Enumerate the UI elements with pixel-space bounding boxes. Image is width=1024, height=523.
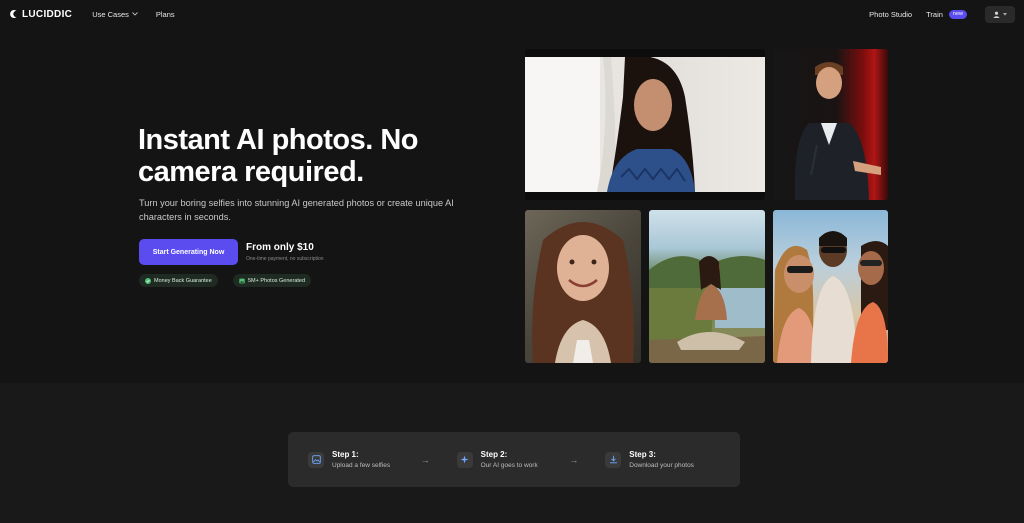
upload-image-icon [311,455,321,464]
caret-down-icon [1003,12,1007,16]
nav-right: Photo Studio Train new [869,5,1015,23]
gallery-photo-man-speaking [773,49,888,200]
plans-link[interactable]: Plans [156,10,175,19]
step-2-icon-tile [456,451,473,468]
logo[interactable]: LUCIDDIC [9,9,72,20]
step-arrow-icon: → [569,454,579,465]
price-text: From only $10 [246,242,314,253]
start-generating-button[interactable]: Start Generating Now [139,239,238,265]
step-arrow-icon: → [420,454,430,465]
step-3-title: Step 3: [629,450,656,459]
step-1-title: Step 1: [332,450,359,459]
use-cases-label: Use Cases [92,9,129,19]
gallery-photo-group-selfie [773,210,888,363]
download-icon [609,455,617,464]
gallery-photo-smiling-woman [525,210,641,363]
logo-text: LUCIDDIC [22,8,73,20]
step-1-desc: Upload a few selfies [332,462,391,469]
use-cases-menu[interactable]: Use Cases [92,10,138,19]
price-note: One-time payment, no subscription [246,256,324,262]
step-2-title: Step 2: [480,450,508,459]
train-label: Train [926,9,943,19]
chevron-down-icon [132,12,138,16]
step-3-icon-tile [605,451,622,468]
smiling-woman-illustration [532,222,634,363]
steps-panel: Step 1: Upload a few selfies → Step 2: O… [288,432,740,487]
step-3: Step 3: Download your photos [605,450,740,469]
man-speaking-illustration [794,62,881,200]
step-2-desc: Our AI goes to work [480,462,538,469]
train-link[interactable]: Train new [926,9,967,19]
nav-links: Use Cases Plans [92,10,174,19]
group-selfie-illustration [773,231,888,363]
hero-title: Instant AI photos. No camera required. [138,124,419,188]
user-icon [993,11,1000,18]
woman-portrait-illustration [525,55,695,192]
money-back-badge: Money Back Guarantee [139,274,218,287]
sparkle-icon [460,455,469,464]
photos-generated-label: 5M+ Photos Generated [248,277,306,284]
meditating-woman-illustration [649,256,765,363]
step-3-desc: Download your photos [629,462,694,469]
gallery-photo-meditating-woman [649,210,765,363]
account-menu-button[interactable] [985,5,1015,23]
gallery-photo-woman-portrait [525,49,765,200]
hero-subtitle: Turn your boring selfies into stunning A… [139,198,454,222]
image-icon [239,278,245,283]
check-circle-icon [145,277,151,284]
new-badge: new [948,9,967,19]
page: LUCIDDIC Use Cases Plans Photo Studio Tr… [0,0,1024,523]
photo-studio-link[interactable]: Photo Studio [869,10,912,19]
photos-generated-badge: 5M+ Photos Generated [233,274,312,287]
money-back-label: Money Back Guarantee [154,277,212,284]
step-1-icon-tile [308,451,324,468]
logo-icon [10,10,17,18]
top-nav: LUCIDDIC Use Cases Plans Photo Studio Tr… [0,0,1024,28]
